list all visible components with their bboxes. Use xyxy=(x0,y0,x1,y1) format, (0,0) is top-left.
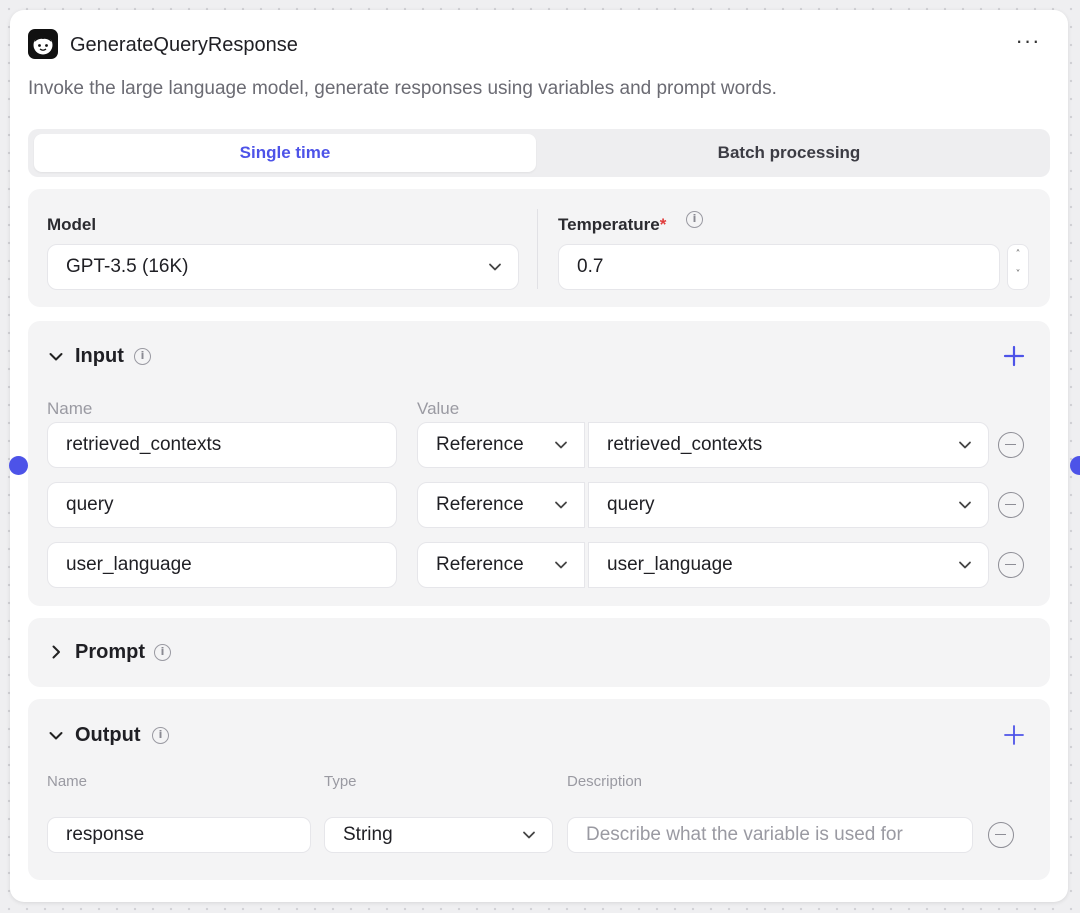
chevron-down-icon xyxy=(523,831,535,839)
info-icon[interactable]: i xyxy=(154,644,171,661)
temperature-input[interactable]: 0.7 xyxy=(558,244,1000,290)
input-port[interactable] xyxy=(9,456,28,475)
chevron-down-icon[interactable] xyxy=(48,349,64,365)
tab-single-time[interactable]: Single time xyxy=(34,134,536,172)
more-icon[interactable]: ··· xyxy=(1014,30,1042,56)
info-icon[interactable]: i xyxy=(686,211,703,228)
model-settings-panel: Model GPT-3.5 (16K) Temperature* i 0.7 ˄… xyxy=(28,189,1050,307)
input-value-select[interactable]: user_language xyxy=(588,542,989,588)
value-column-header: Value xyxy=(417,399,460,418)
temperature-label: Temperature* xyxy=(558,215,667,234)
model-select[interactable]: GPT-3.5 (16K) xyxy=(47,244,519,290)
model-value: GPT-3.5 (16K) xyxy=(66,256,189,277)
minus-circle-icon[interactable] xyxy=(998,492,1024,518)
prompt-panel[interactable]: Prompt i xyxy=(28,618,1050,687)
node-description: Invoke the large language model, generat… xyxy=(28,78,777,99)
required-mark: * xyxy=(659,215,667,234)
input-mode-select[interactable]: Reference xyxy=(417,542,585,588)
prompt-title: Prompt xyxy=(75,641,145,663)
chevron-down-icon[interactable] xyxy=(48,728,64,744)
output-name-header: Name xyxy=(47,773,88,790)
input-mode-select[interactable]: Reference xyxy=(417,482,585,528)
output-description-header: Description xyxy=(567,773,643,790)
input-name-field[interactable]: retrieved_contexts xyxy=(47,422,397,468)
tab-batch-processing[interactable]: Batch processing xyxy=(538,134,1040,172)
model-label: Model xyxy=(47,215,97,234)
name-column-header: Name xyxy=(47,399,93,418)
chevron-down-icon xyxy=(489,263,501,271)
chevron-down-icon xyxy=(959,501,971,509)
chevron-right-icon[interactable] xyxy=(48,644,64,660)
input-name-field[interactable]: query xyxy=(47,482,397,528)
input-title: Input xyxy=(75,345,124,367)
minus-circle-icon[interactable] xyxy=(988,822,1014,848)
output-port[interactable] xyxy=(1070,456,1080,475)
plus-icon[interactable] xyxy=(1002,723,1026,747)
input-value-select[interactable]: query xyxy=(588,482,989,528)
mode-tabs: Single time Batch processing xyxy=(28,129,1050,177)
chevron-down-icon xyxy=(555,561,567,569)
output-description-field[interactable]: Describe what the variable is used for xyxy=(567,817,973,853)
info-icon[interactable]: i xyxy=(152,727,169,744)
chevron-down-icon xyxy=(959,561,971,569)
output-panel: Output i Name Type Description response … xyxy=(28,699,1050,880)
llm-node-card[interactable]: GenerateQueryResponse ··· Invoke the lar… xyxy=(9,10,1080,902)
input-panel: Input i Name Value retrieved_contexts Re… xyxy=(28,321,1050,606)
output-type-header: Type xyxy=(324,773,357,790)
input-name-field[interactable]: user_language xyxy=(47,542,397,588)
minus-circle-icon[interactable] xyxy=(998,432,1024,458)
divider xyxy=(537,209,538,289)
minus-circle-icon[interactable] xyxy=(998,552,1024,578)
output-type-select[interactable]: String xyxy=(324,817,553,853)
output-title: Output xyxy=(75,724,141,746)
info-icon[interactable]: i xyxy=(134,348,151,365)
node-title: GenerateQueryResponse xyxy=(70,34,298,56)
temperature-value: 0.7 xyxy=(577,256,604,277)
node-header: GenerateQueryResponse ··· xyxy=(28,28,1052,60)
stepper-icon[interactable]: ˄ ˅ xyxy=(1007,244,1029,290)
input-mode-select[interactable]: Reference xyxy=(417,422,585,468)
output-name-field[interactable]: response xyxy=(47,817,311,853)
chevron-down-icon xyxy=(959,441,971,449)
chevron-down-icon xyxy=(555,501,567,509)
input-value-select[interactable]: retrieved_contexts xyxy=(588,422,989,468)
plus-icon[interactable] xyxy=(1002,344,1026,368)
node-logo-icon xyxy=(28,29,58,59)
chevron-down-icon xyxy=(555,441,567,449)
